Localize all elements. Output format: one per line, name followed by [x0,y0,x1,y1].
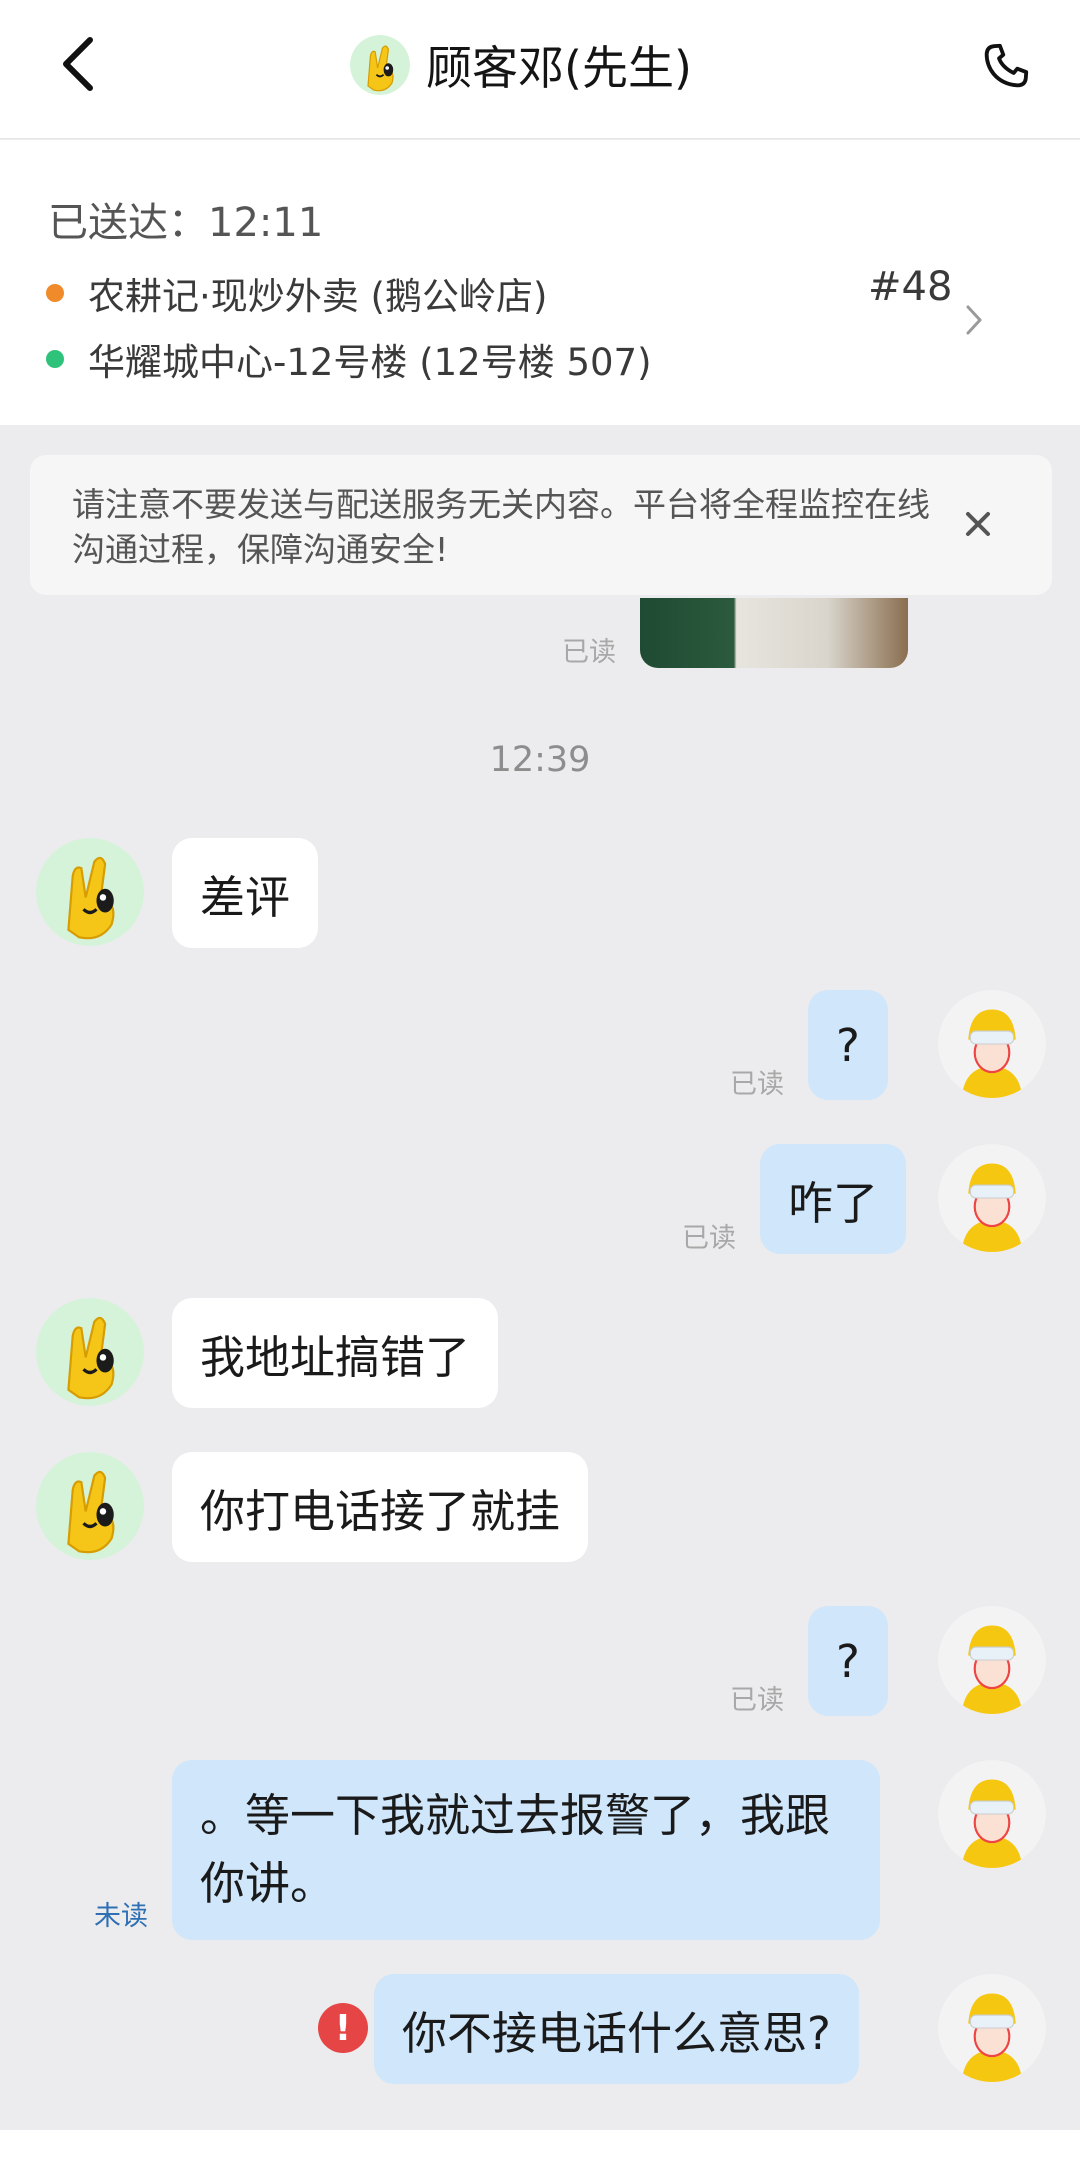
message-bubble-incoming[interactable]: 我地址搞错了 [172,1298,499,1408]
message-bubble-incoming[interactable]: 你打电话接了就挂 [172,1452,589,1562]
address-dot [46,350,64,368]
customer-avatar[interactable] [36,838,144,946]
chevron-right-icon [966,305,982,335]
store-name: 农耕记·现炒外卖 (鹅公岭店) [88,275,548,318]
message-bubble-outgoing[interactable]: 。等一下我就过去报警了，我跟你讲。 [172,1760,880,1940]
rider-avatar[interactable] [938,1606,1046,1714]
image-message[interactable] [640,598,908,668]
read-status: 已读 [682,1223,736,1254]
back-button[interactable] [48,28,108,100]
order-number: #48 [868,264,953,310]
store-row: 农耕记·现炒外卖 (鹅公岭店) [46,266,547,320]
back-arrow-icon [63,37,93,91]
rider-avatar[interactable] [938,1144,1046,1252]
chat-timestamp: 12:39 [489,740,591,780]
phone-icon [984,43,1029,88]
message-bubble-outgoing[interactable]: 咋了 [760,1144,907,1254]
store-dot [46,284,64,302]
call-button[interactable] [970,30,1042,102]
read-status: 已读 [562,637,616,668]
customer-avatar[interactable] [36,1452,144,1560]
unread-status: 未读 [94,1901,148,1932]
notice-close-button[interactable] [950,496,1006,552]
message-bubble-outgoing[interactable]: ? [808,1606,888,1716]
close-icon [966,512,990,536]
rider-avatar[interactable] [938,1974,1046,2082]
customer-avatar[interactable] [36,1298,144,1406]
rider-avatar[interactable] [938,1760,1046,1868]
rider-avatar[interactable] [938,990,1046,1098]
bottom-input-bar[interactable] [0,2130,1080,2172]
chat-title: 顾客邓(先生) [426,41,692,95]
delivered-time: 已送达：12:11 [48,200,324,246]
message-bubble-outgoing[interactable]: ? [808,990,888,1100]
chat-title-group: 顾客邓(先生) [350,30,692,100]
message-bubble-outgoing[interactable]: 你不接电话什么意思? [374,1974,859,2084]
address-row: 华耀城中心-12号楼 (12号楼 507) [46,332,652,386]
read-status: 已读 [730,1069,784,1100]
customer-avatar-small [350,35,410,95]
order-detail-chevron[interactable] [956,300,992,340]
safety-notice-text: 请注意不要发送与配送服务无关内容。平台将全程监控在线沟通过程，保障沟通安全! [72,485,930,569]
error-icon[interactable]: ! [318,2003,368,2053]
read-status: 已读 [730,1685,784,1716]
delivery-address: 华耀城中心-12号楼 (12号楼 507) [88,341,652,384]
message-bubble-incoming[interactable]: 差评 [172,838,319,948]
